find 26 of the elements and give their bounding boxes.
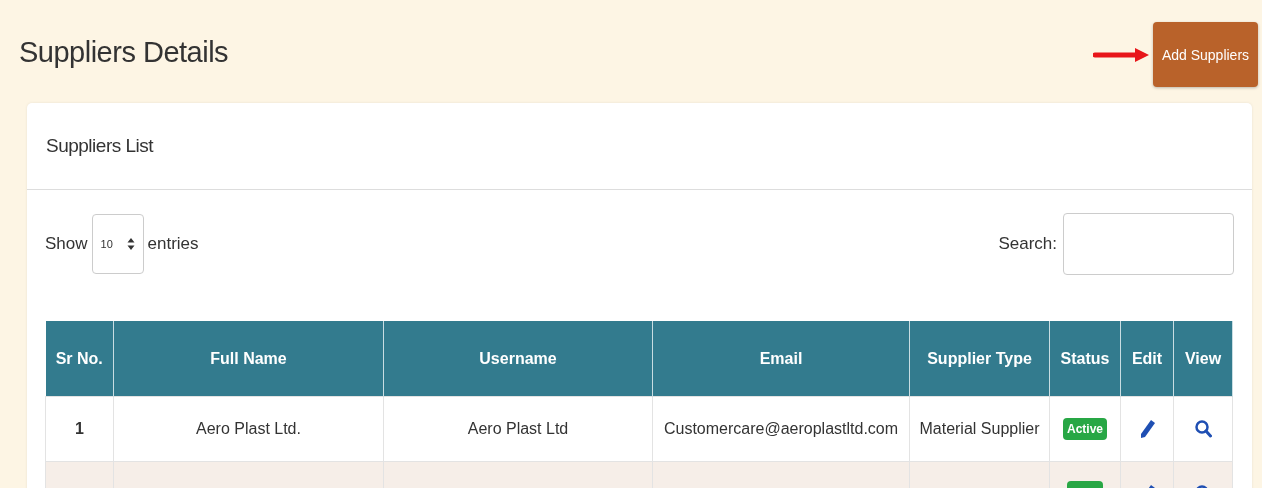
caret-icon (126, 237, 135, 251)
add-suppliers-button[interactable]: Add Suppliers (1153, 22, 1258, 87)
table-cell: Customercare@aeroplastltd.com (652, 396, 910, 462)
column-header[interactable]: Sr No. (45, 321, 114, 397)
column-header[interactable]: Full Name (113, 321, 384, 397)
table-cell: Material Supplier (909, 396, 1050, 462)
table-cell: Aero Plast Ltd. (113, 396, 384, 462)
table-cell: Aero Plast Ltd (383, 396, 653, 462)
column-header[interactable]: View (1173, 321, 1233, 397)
column-header[interactable]: Supplier Type (909, 321, 1050, 397)
show-label: Show (45, 234, 88, 254)
pencil-icon[interactable] (1138, 419, 1156, 439)
page-title: Suppliers Details (19, 36, 229, 69)
table-cell: 1 (45, 396, 114, 462)
entries-label: entries (147, 234, 199, 254)
column-header[interactable]: Edit (1120, 321, 1174, 397)
status-badge: Active (1063, 418, 1107, 440)
search-icon[interactable] (1194, 419, 1212, 439)
search-field[interactable] (1063, 213, 1234, 275)
column-header[interactable]: Status (1049, 321, 1121, 397)
column-header[interactable]: Username (383, 321, 653, 397)
arrow-icon (1093, 46, 1151, 63)
search-label: Search: (998, 234, 1057, 254)
card-title: Suppliers List (46, 135, 154, 157)
column-header[interactable]: Email (652, 321, 910, 397)
entries-select[interactable]: 10 (91, 214, 144, 274)
